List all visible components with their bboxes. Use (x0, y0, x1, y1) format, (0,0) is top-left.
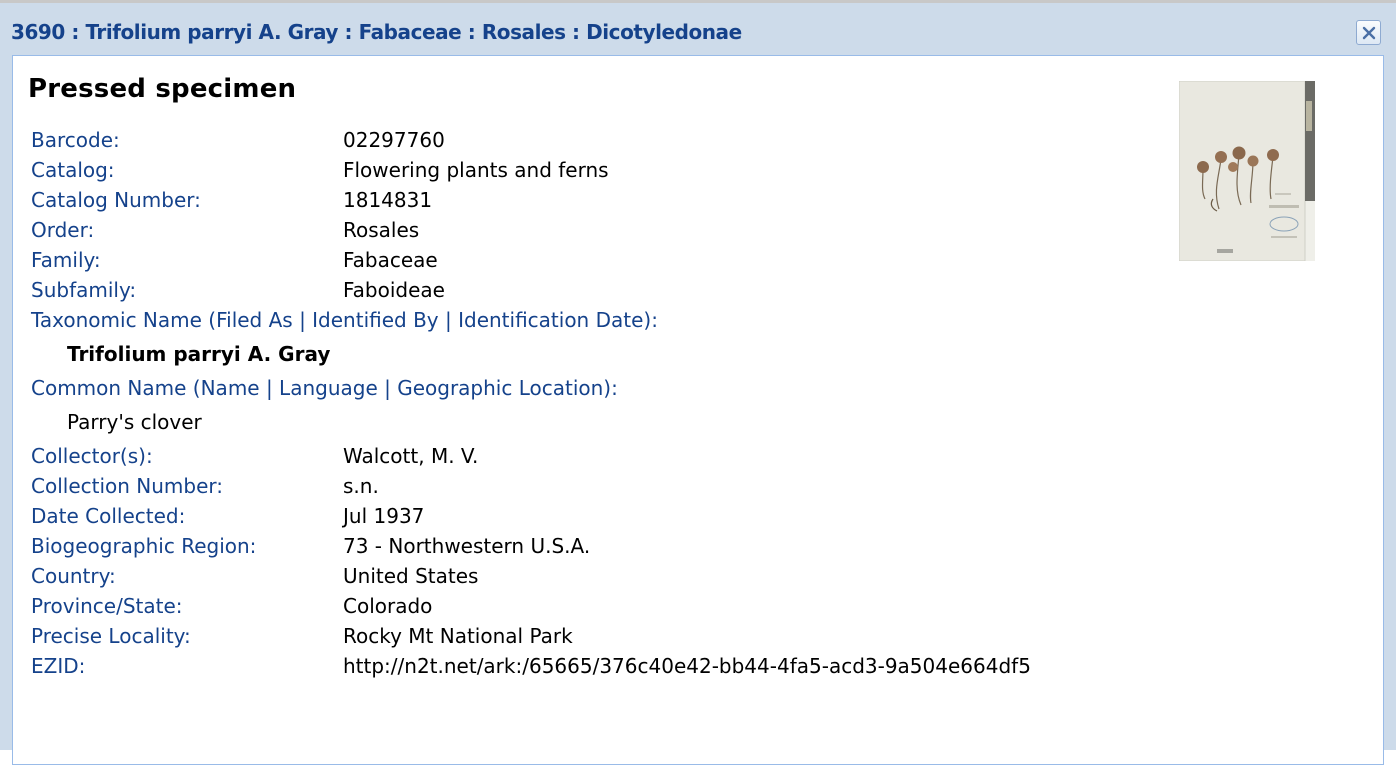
specimen-thumbnail[interactable] (1178, 80, 1315, 262)
ezid-value: http://n2t.net/ark:/65665/376c40e42-bb44… (343, 654, 1031, 678)
page-title: Pressed specimen (28, 74, 297, 104)
close-button[interactable] (1356, 20, 1381, 45)
precise-locality-label: Precise Locality: (31, 624, 191, 648)
subfamily-label: Subfamily: (31, 278, 137, 302)
province-state-value: Colorado (343, 594, 433, 618)
catalog-label: Catalog: (31, 158, 115, 182)
country-value: United States (343, 564, 479, 588)
taxonomic-name-value: Trifolium parryi A. Gray (67, 342, 331, 366)
biogeographic-region-label: Biogeographic Region: (31, 534, 257, 558)
common-name-value: Parry's clover (67, 410, 202, 434)
date-collected-label: Date Collected: (31, 504, 186, 528)
taxonomic-name-label: Taxonomic Name (Filed As | Identified By… (31, 308, 658, 332)
catalog-value: Flowering plants and ferns (343, 158, 609, 182)
collection-number-label: Collection Number: (31, 474, 224, 498)
biogeographic-region-value: 73 - Northwestern U.S.A. (343, 534, 591, 558)
province-state-label: Province/State: (31, 594, 183, 618)
close-icon (1362, 26, 1376, 40)
collectors-label: Collector(s): (31, 444, 153, 468)
family-value: Fabaceae (343, 248, 438, 272)
barcode-value: 02297760 (343, 128, 445, 152)
common-name-label: Common Name (Name | Language | Geographi… (31, 376, 618, 400)
subfamily-value: Faboideae (343, 278, 445, 302)
precise-locality-value: Rocky Mt National Park (343, 624, 573, 648)
ezid-label: EZID: (31, 654, 86, 678)
country-label: Country: (31, 564, 116, 588)
collection-number-value: s.n. (343, 474, 379, 498)
family-label: Family: (31, 248, 101, 272)
catalog-number-label: Catalog Number: (31, 188, 201, 212)
date-collected-value: Jul 1937 (343, 504, 425, 528)
catalog-number-value: 1814831 (343, 188, 433, 212)
specimen-details-panel: Pressed specimen Barcode: 02297760 Catal… (12, 55, 1384, 765)
order-label: Order: (31, 218, 95, 242)
window-title: 3690 : Trifolium parryi A. Gray : Fabace… (11, 20, 742, 44)
specimen-image (1178, 80, 1315, 262)
specimen-window: 3690 : Trifolium parryi A. Gray : Fabace… (0, 0, 1396, 765)
window-titlebar: 3690 : Trifolium parryi A. Gray : Fabace… (0, 6, 1396, 52)
collectors-value: Walcott, M. V. (343, 444, 479, 468)
order-value: Rosales (343, 218, 420, 242)
barcode-label: Barcode: (31, 128, 120, 152)
